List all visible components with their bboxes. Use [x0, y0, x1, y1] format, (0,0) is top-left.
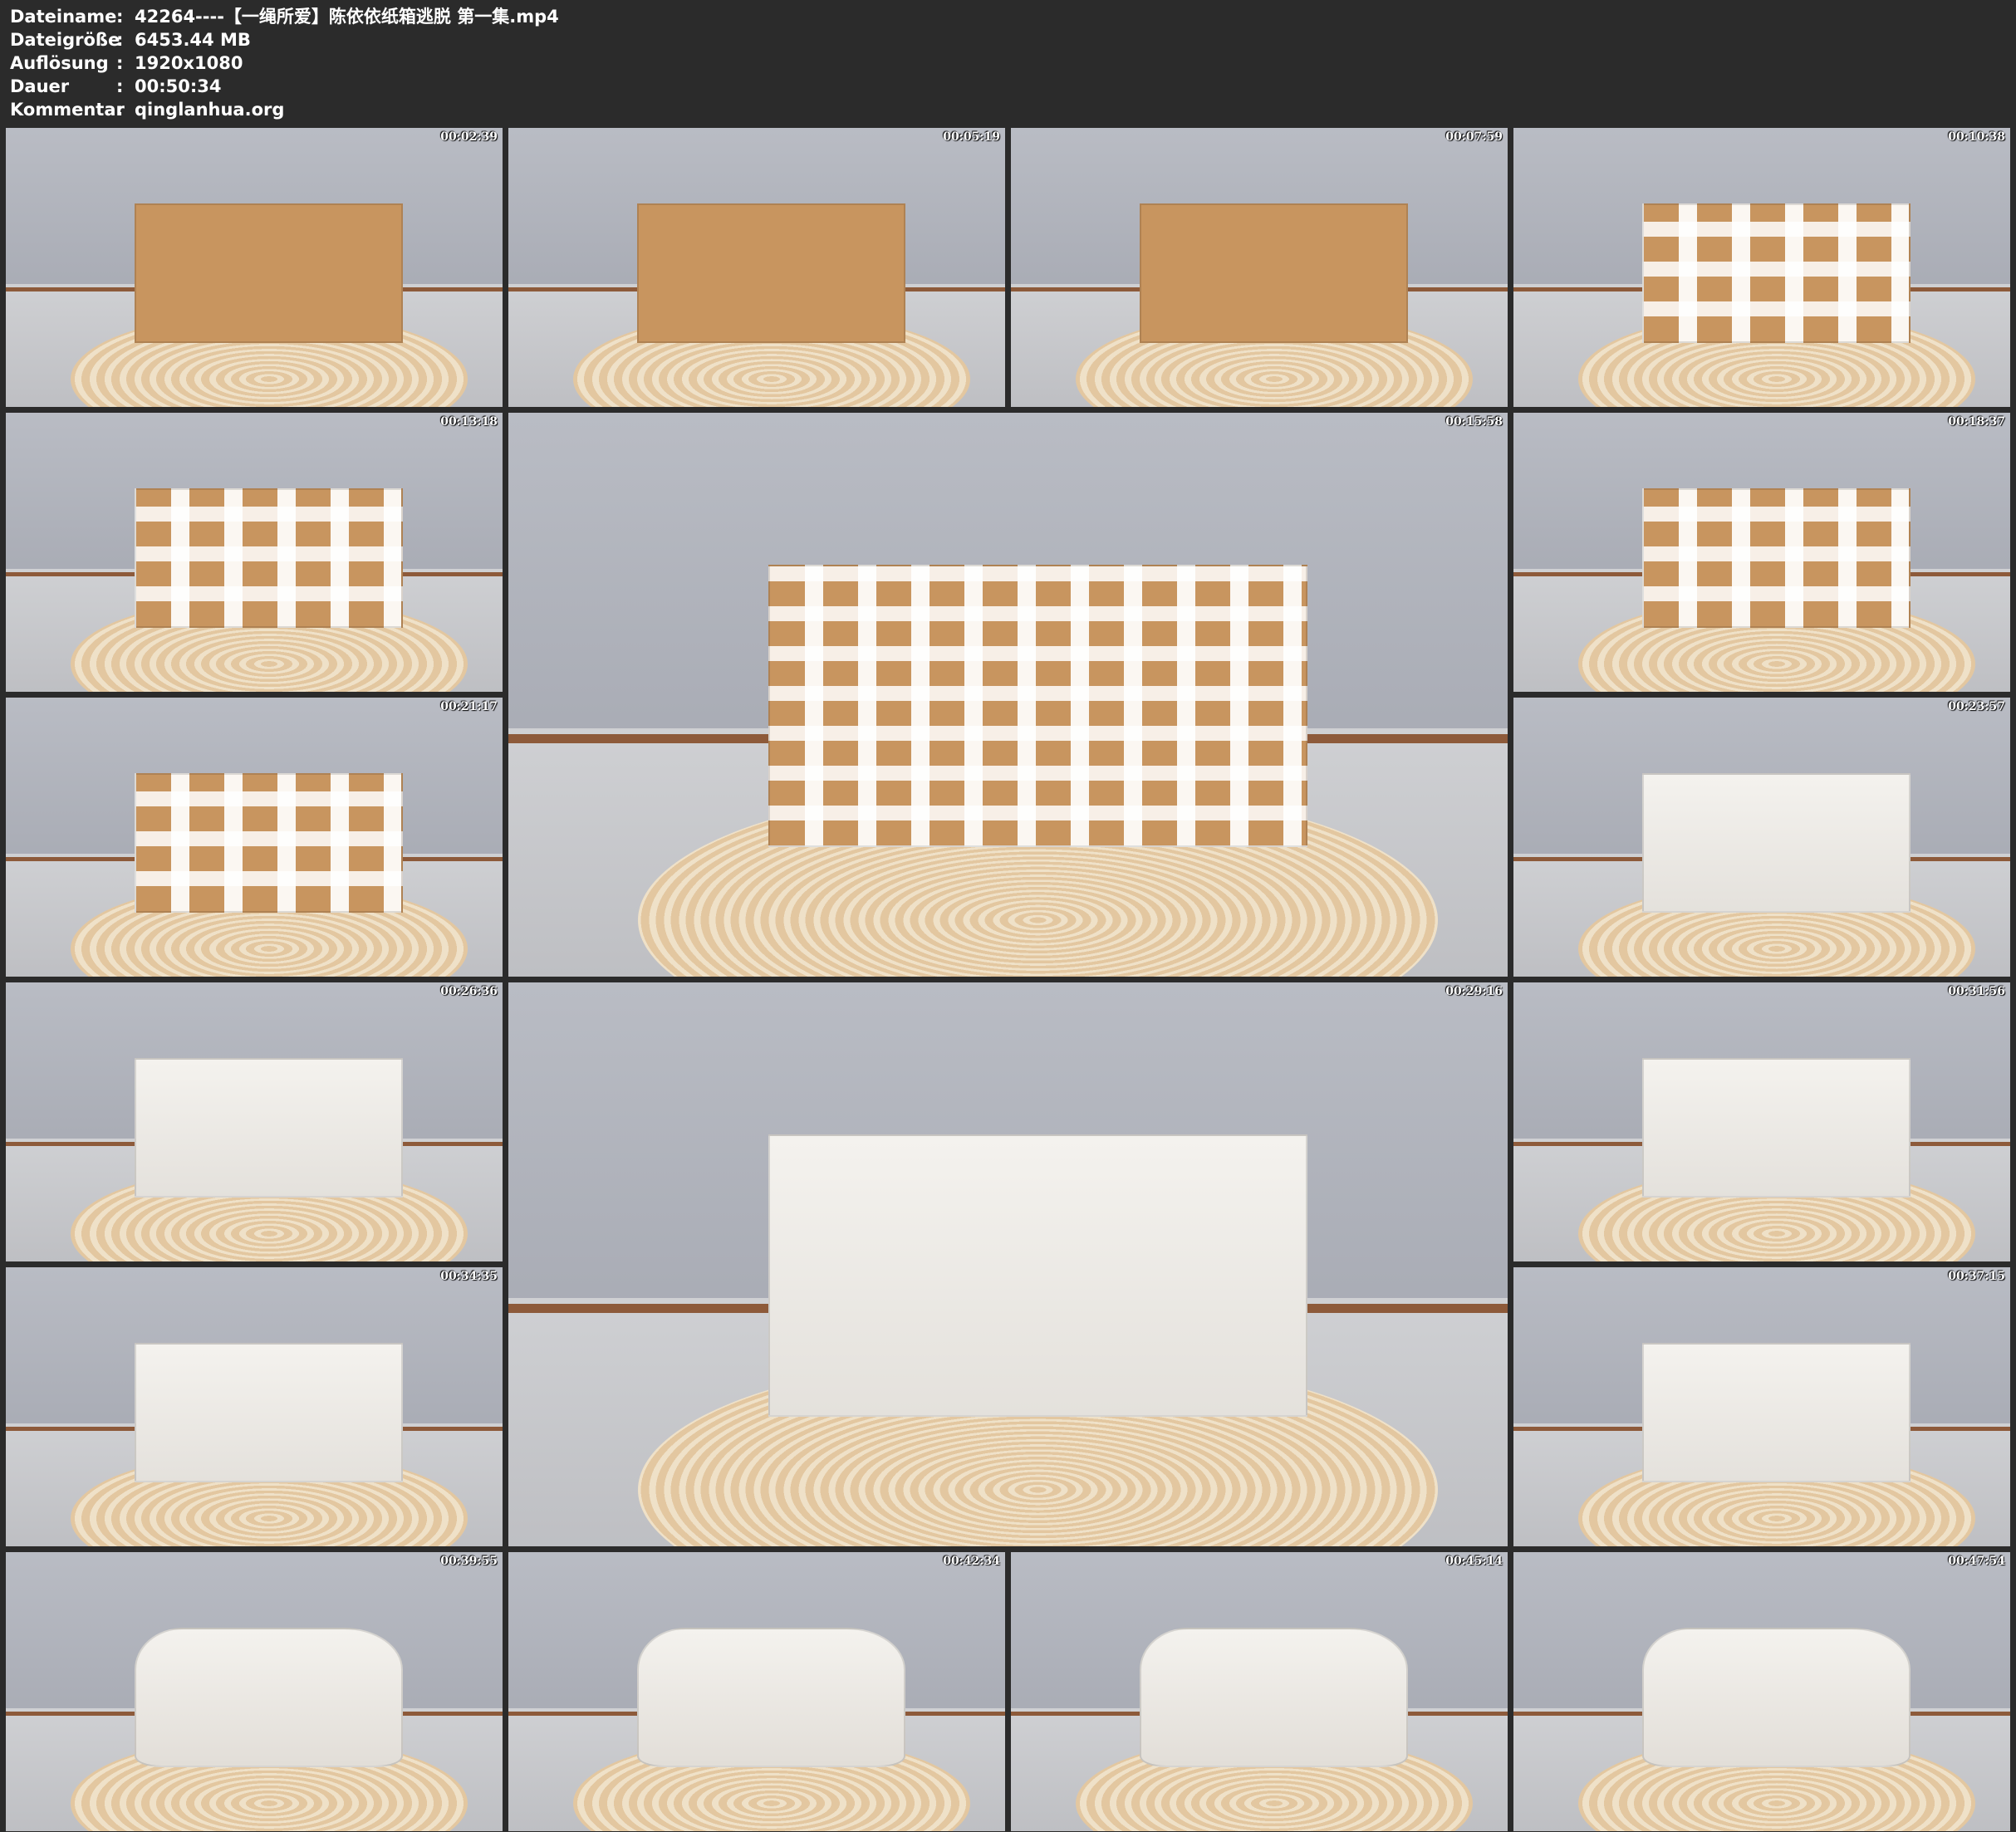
video-thumbnail: 00:29:16 [508, 982, 1508, 1546]
thumbnail-timestamp: 00:42:34 [943, 1555, 1000, 1568]
video-thumbnail: 00:47:54 [1513, 1552, 2010, 1831]
thumbnail-timestamp: 00:15:58 [1445, 415, 1503, 429]
video-thumbnail: 00:15:58 [508, 413, 1508, 977]
thumbnail-timestamp: 00:18:37 [1948, 415, 2005, 429]
video-thumbnail: 00:23:57 [1513, 698, 2010, 977]
thumbnail-timestamp: 00:23:57 [1948, 700, 2005, 713]
thumbnail-timestamp: 00:39:55 [440, 1555, 498, 1568]
cardboard-box [135, 1627, 404, 1767]
cardboard-box [135, 203, 404, 343]
thumbnail-timestamp: 00:29:16 [1445, 985, 1503, 998]
video-thumbnail: 00:45:14 [1011, 1552, 1508, 1831]
thumbnail-timestamp: 00:37:15 [1948, 1270, 2005, 1283]
cardboard-box [1140, 1627, 1409, 1767]
video-thumbnail: 00:42:34 [508, 1552, 1005, 1831]
cardboard-box [1642, 203, 1911, 343]
thumbnail-timestamp: 00:07:59 [1445, 130, 1503, 144]
cardboard-box [1642, 772, 1911, 913]
thumbnail-timestamp: 00:31:56 [1948, 985, 2005, 998]
video-thumbnail: 00:34:35 [6, 1267, 503, 1546]
thumbnail-grid: 00:02:39 00:05:19 00:07:59 00:10:38 00:13:18… [0, 0, 2016, 1832]
video-thumbnail: 00:18:37 [1513, 413, 2010, 692]
video-thumbnail: 00:39:55 [6, 1552, 503, 1831]
thumbnail-timestamp: 00:21:17 [440, 700, 498, 713]
thumbnail-timestamp: 00:02:39 [440, 130, 498, 144]
video-thumbnail: 00:31:56 [1513, 982, 2010, 1261]
cardboard-box [637, 1627, 906, 1767]
cardboard-box [768, 565, 1308, 847]
cardboard-box [135, 487, 404, 628]
cardboard-box [768, 1134, 1308, 1417]
video-thumbnail: 00:26:36 [6, 982, 503, 1261]
video-thumbnail: 00:05:19 [508, 128, 1005, 407]
thumbnail-timestamp: 00:45:14 [1445, 1555, 1503, 1568]
cardboard-box [135, 772, 404, 913]
thumbnail-timestamp: 00:47:54 [1948, 1555, 2005, 1568]
thumbnail-timestamp: 00:13:18 [440, 415, 498, 429]
video-thumbnail: 00:37:15 [1513, 1267, 2010, 1546]
video-thumbnail: 00:02:39 [6, 128, 503, 407]
cardboard-box [1642, 487, 1911, 628]
cardboard-box [1140, 203, 1409, 343]
cardboard-box [637, 203, 906, 343]
thumbnail-timestamp: 00:05:19 [943, 130, 1000, 144]
video-thumbnail: 00:07:59 [1011, 128, 1508, 407]
thumbnail-timestamp: 00:26:36 [440, 985, 498, 998]
video-thumbnail: 00:13:18 [6, 413, 503, 692]
video-thumbnail: 00:21:17 [6, 698, 503, 977]
video-thumbnail: 00:10:38 [1513, 128, 2010, 407]
cardboard-box [1642, 1627, 1911, 1767]
thumbnail-timestamp: 00:10:38 [1948, 130, 2005, 144]
cardboard-box [135, 1342, 404, 1482]
thumbnail-timestamp: 00:34:35 [440, 1270, 498, 1283]
cardboard-box [1642, 1342, 1911, 1482]
cardboard-box [135, 1057, 404, 1198]
cardboard-box [1642, 1057, 1911, 1198]
